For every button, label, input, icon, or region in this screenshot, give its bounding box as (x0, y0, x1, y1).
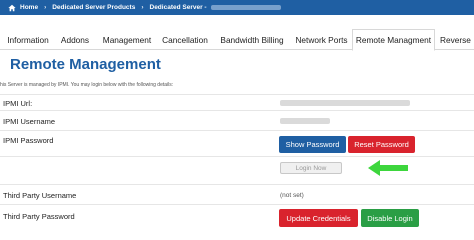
breadcrumb-server-name-redacted (210, 5, 281, 10)
third-party-username-value: (not set) (280, 192, 304, 199)
tab-network-ports[interactable]: Network Ports (293, 29, 350, 50)
tab-bandwidth-billing[interactable]: Bandwidth Billing (217, 29, 287, 50)
ipmi-url-label: IPMI Url: (3, 99, 33, 108)
tab-management[interactable]: Management (101, 29, 153, 50)
breadcrumb-dedicated-server-products[interactable]: Dedicated Server Products (52, 4, 135, 11)
tab-remote-management[interactable]: Remote Managment (352, 29, 435, 51)
third-party-password-label: Third Party Password (3, 212, 75, 221)
disable-login-button[interactable]: Disable Login (361, 209, 419, 227)
row-ipmi-username: IPMI Username (0, 110, 474, 130)
tab-bar: Information Addons Management Cancellati… (0, 29, 474, 51)
breadcrumb-dedicated-server: Dedicated Server - (149, 4, 207, 11)
row-third-party-password: Third Party Password Update Credentials … (0, 204, 474, 240)
page-subtitle: his Server is managed by IPMI. You may l… (0, 82, 174, 88)
login-now-button[interactable]: Login Now (280, 162, 342, 174)
ipmi-password-label: IPMI Password (3, 136, 54, 145)
breadcrumb-separator-icon: › (44, 4, 47, 11)
breadcrumb-separator-icon: › (141, 4, 144, 11)
tab-addons[interactable]: Addons (55, 29, 95, 50)
ipmi-url-value-redacted (280, 100, 410, 106)
update-credentials-button[interactable]: Update Credentials (279, 209, 358, 227)
show-password-button[interactable]: Show Password (279, 136, 346, 153)
row-third-party-username: Third Party Username (not set) (0, 184, 474, 204)
tab-reverse-dns[interactable]: Reverse I (440, 29, 474, 50)
reset-password-button[interactable]: Reset Password (348, 136, 415, 153)
ipmi-username-label: IPMI Username (3, 117, 56, 126)
tab-cancellation[interactable]: Cancellation (160, 29, 210, 50)
breadcrumb-home[interactable]: Home (20, 4, 38, 11)
row-ipmi-url: IPMI Url: (0, 94, 474, 110)
left-arrow-icon (368, 160, 408, 176)
tab-information[interactable]: Information (7, 29, 49, 50)
third-party-username-label: Third Party Username (3, 191, 77, 200)
row-ipmi-password: IPMI Password Show Password Reset Passwo… (0, 130, 474, 156)
page-title: Remote Management (10, 56, 161, 73)
breadcrumb: Home › Dedicated Server Products › Dedic… (0, 0, 474, 15)
ipmi-username-value-redacted (280, 118, 330, 124)
home-icon[interactable] (8, 4, 16, 12)
